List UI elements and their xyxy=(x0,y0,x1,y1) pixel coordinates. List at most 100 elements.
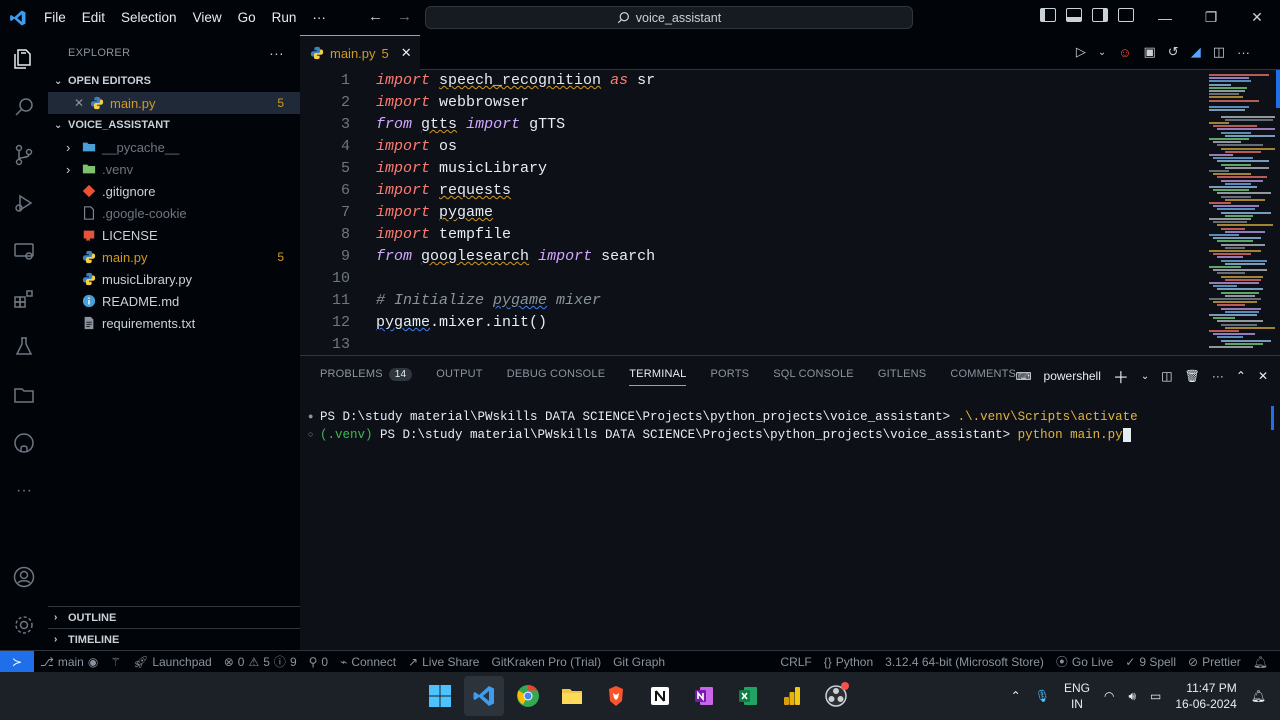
project-folder-section[interactable]: ⌄ VOICE_ASSISTANT xyxy=(48,114,300,136)
connect-item[interactable]: ⌁ Connect xyxy=(334,655,402,669)
menu-file[interactable]: File xyxy=(36,10,74,25)
timeline-history-icon[interactable]: ↺ xyxy=(1168,44,1179,60)
menu-more[interactable]: ··· xyxy=(304,10,334,25)
copilot-icon[interactable]: ☺ xyxy=(1118,45,1131,60)
run-file-icon[interactable]: ▷ xyxy=(1076,44,1086,60)
preview-icon[interactable]: ▣ xyxy=(1144,44,1156,60)
menu-go[interactable]: Go xyxy=(230,10,264,25)
scrollbar-thumb[interactable] xyxy=(1276,70,1280,108)
launchpad-item[interactable]: 🚀︎ Launchpad xyxy=(127,655,218,669)
eol-item[interactable]: CRLF xyxy=(774,655,817,669)
file-item[interactable]: .gitignore xyxy=(48,180,300,202)
language-indicator[interactable]: ENG IN xyxy=(1064,680,1090,712)
volume-icon[interactable]: 🔊︎ xyxy=(1128,689,1136,704)
customize-layout-icon[interactable] xyxy=(1118,8,1134,22)
go-live-item[interactable]: ⦿ Go Live xyxy=(1050,653,1119,670)
tab-sql-console[interactable]: SQL CONSOLE xyxy=(761,356,866,392)
file-item[interactable]: main.py 5 xyxy=(48,246,300,268)
prettier-item[interactable]: ⊘ Prettier xyxy=(1182,655,1247,669)
battery-icon[interactable]: ▭ xyxy=(1150,689,1161,703)
source-control-icon[interactable] xyxy=(12,143,36,167)
menu-run[interactable]: Run xyxy=(264,10,305,25)
editor-scrollbar[interactable] xyxy=(1268,70,1280,355)
editor-more-icon[interactable]: ··· xyxy=(1237,45,1250,60)
tab-debug-console[interactable]: DEBUG CONSOLE xyxy=(495,356,618,392)
explorer-icon[interactable] xyxy=(12,47,36,71)
wifi-icon[interactable]: ◠ xyxy=(1104,689,1114,703)
vscode-taskbar-icon[interactable] xyxy=(464,676,504,716)
microphone-icon[interactable]: 🎙︎ xyxy=(1035,689,1050,703)
tab-output[interactable]: OUTPUT xyxy=(424,356,494,392)
menu-edit[interactable]: Edit xyxy=(74,10,113,25)
remote-explorer-icon[interactable] xyxy=(12,239,36,263)
back-arrow-icon[interactable]: ← xyxy=(368,8,383,25)
open-editor-main-py[interactable]: ✕ main.py 5 xyxy=(48,92,300,114)
live-share-item[interactable]: ↗ Live Share xyxy=(402,655,485,669)
close-window-button[interactable]: ✕ xyxy=(1234,0,1280,35)
ports-status[interactable]: ⚲ 0 xyxy=(303,655,334,669)
gitlens-icon[interactable]: ◢ xyxy=(1191,44,1201,60)
menu-view[interactable]: View xyxy=(185,10,230,25)
file-item[interactable]: README.md xyxy=(48,290,300,312)
branch-item[interactable]: ⎇ main ◉ xyxy=(34,655,104,669)
minimize-button[interactable]: — xyxy=(1142,0,1188,35)
settings-gear-icon[interactable] xyxy=(12,613,36,637)
chrome-icon[interactable] xyxy=(508,676,548,716)
remote-indicator-icon[interactable]: ≻ xyxy=(0,650,34,673)
file-item[interactable]: LICENSE xyxy=(48,224,300,246)
tab-gitlens[interactable]: GITLENS xyxy=(866,356,938,392)
file-item[interactable]: .google-cookie xyxy=(48,202,300,224)
terminal-command-decoration[interactable]: ● xyxy=(308,408,320,426)
code-editor[interactable]: 1 import speech_recognition as sr 2 import … xyxy=(300,70,1205,355)
close-editor-icon[interactable]: ✕ xyxy=(74,96,90,110)
notion-icon[interactable] xyxy=(640,676,680,716)
command-center-search[interactable]: voice_assistant xyxy=(425,6,913,29)
kill-terminal-trash-icon[interactable]: 🗑 xyxy=(1185,369,1200,383)
language-mode-item[interactable]: {} Python xyxy=(818,655,879,669)
tab-main-py[interactable]: main.py 5 ✕ xyxy=(300,35,420,70)
extensions-icon[interactable] xyxy=(12,287,36,311)
problems-status[interactable]: ⊗ 0 ⚠ 5 ⓘ 9 xyxy=(218,653,303,670)
folder-item[interactable]: › .venv xyxy=(48,158,300,180)
outline-section[interactable]: › OUTLINE xyxy=(48,606,300,628)
toggle-secondary-sidebar-icon[interactable] xyxy=(1092,8,1108,22)
gitlens-status-icon[interactable]: ⚚ xyxy=(104,655,127,669)
terminal-command-decoration[interactable]: ○ xyxy=(308,426,320,444)
tab-ports[interactable]: PORTS xyxy=(698,356,761,392)
open-editors-section[interactable]: ⌄ OPEN EDITORS xyxy=(48,70,300,92)
folder-manager-icon[interactable] xyxy=(12,383,36,407)
close-tab-icon[interactable]: ✕ xyxy=(401,45,412,61)
explorer-more-icon[interactable]: ··· xyxy=(269,45,284,61)
menu-selection[interactable]: Selection xyxy=(113,10,185,25)
accounts-icon[interactable] xyxy=(12,565,36,589)
windows-start-icon[interactable] xyxy=(420,676,460,716)
toggle-panel-icon[interactable] xyxy=(1066,8,1082,22)
panel-more-icon[interactable]: ··· xyxy=(1212,369,1224,383)
split-editor-icon[interactable]: ◫ xyxy=(1213,44,1225,60)
search-view-icon[interactable] xyxy=(12,95,36,119)
chevron-up-icon[interactable]: ⌃ xyxy=(1011,689,1021,703)
toggle-primary-sidebar-icon[interactable] xyxy=(1040,8,1056,22)
clock[interactable]: 11:47 PM 16-06-2024 xyxy=(1175,680,1236,712)
onenote-icon[interactable] xyxy=(684,676,724,716)
maximize-panel-chevron-up-icon[interactable]: ⌃ xyxy=(1236,369,1246,383)
tab-comments[interactable]: COMMENTS xyxy=(938,356,1028,392)
power-bi-icon[interactable] xyxy=(772,676,812,716)
terminal-output[interactable]: ● PS D:\study material\PWskills DATA SCI… xyxy=(308,408,1138,444)
git-graph-item[interactable]: Git Graph xyxy=(607,655,671,669)
notification-bell-icon[interactable]: 🔔︎ xyxy=(1251,689,1266,703)
notifications-bell-icon[interactable]: 🔔︎ xyxy=(1247,655,1280,669)
file-item[interactable]: musicLibrary.py xyxy=(48,268,300,290)
excel-icon[interactable] xyxy=(728,676,768,716)
terminal-dropdown-chevron-icon[interactable]: ⌄ xyxy=(1141,371,1149,382)
file-explorer-icon[interactable] xyxy=(552,676,592,716)
tab-terminal[interactable]: TERMINAL xyxy=(617,356,698,392)
new-terminal-plus-icon[interactable]: ＋ xyxy=(1113,364,1129,388)
timeline-section[interactable]: › TIMELINE xyxy=(48,628,300,650)
tab-problems[interactable]: PROBLEMS 14 xyxy=(308,356,424,392)
more-views-icon[interactable]: ··· xyxy=(12,479,36,503)
obs-studio-icon[interactable] xyxy=(816,676,856,716)
testing-flask-icon[interactable] xyxy=(12,335,36,359)
run-debug-icon[interactable] xyxy=(12,191,36,215)
github-icon[interactable] xyxy=(12,431,36,455)
